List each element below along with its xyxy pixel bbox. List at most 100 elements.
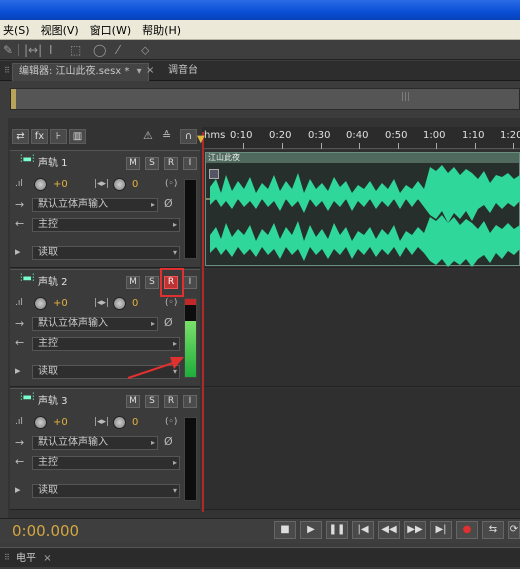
timeline-ruler[interactable]: hms 0:10 0:20 0:30 0:40 0:50 1:00 1:10 1… — [202, 127, 520, 149]
solo-button[interactable]: S — [145, 276, 159, 289]
brush-icon[interactable]: ⁄ — [117, 43, 119, 57]
marquee-icon[interactable]: ⬚ — [70, 43, 81, 57]
menu-help[interactable]: 帮助(H) — [139, 22, 189, 38]
pencil-icon[interactable]: ✎ — [3, 43, 13, 57]
track-header-3[interactable]: ⫶▬⫶ 声轨 3 M S R I .ıl +0 |◂▸| 0 (◦) → 默认立… — [10, 388, 200, 510]
loop-button[interactable]: ⇆ — [482, 521, 504, 539]
tab-levels[interactable]: 电平 × — [10, 551, 58, 569]
pan-value[interactable]: 0 — [132, 417, 138, 428]
volume-knob[interactable] — [34, 297, 47, 310]
waveform-track-icon: ⫶▬⫶ — [20, 392, 35, 403]
record-arm-button[interactable]: R — [164, 395, 178, 408]
fx-icon[interactable]: fx — [31, 129, 48, 144]
record-arm-button[interactable]: R — [164, 157, 178, 170]
track-name[interactable]: 声轨 1 — [38, 154, 68, 169]
input-monitor-button[interactable]: I — [183, 157, 197, 170]
input-select[interactable]: 默认立体声输入 ▸ — [32, 198, 158, 212]
tuning-icon[interactable]: ≙ — [162, 129, 171, 142]
input-monitor-button[interactable]: I — [183, 276, 197, 289]
expand-icon[interactable]: ▸ — [15, 483, 21, 496]
output-select-value: 主控 — [38, 219, 58, 230]
level-meter — [184, 179, 197, 259]
window-titlebar — [0, 0, 520, 20]
output-select[interactable]: 主控 ▸ — [32, 456, 180, 470]
headphones-icon[interactable]: ∩ — [180, 129, 197, 144]
healing-icon[interactable]: ⬦ — [141, 43, 149, 57]
eq-icon[interactable]: ▥ — [69, 129, 86, 144]
go-to-start-button[interactable]: |◀ — [352, 521, 374, 539]
fade-handle-icon[interactable] — [209, 169, 219, 179]
playhead-line[interactable] — [202, 132, 204, 512]
play-arrow-icon: ▸ — [150, 438, 155, 447]
track-name[interactable]: 声轨 2 — [38, 273, 68, 288]
ruler-label: 1:00 — [423, 130, 446, 141]
phase-invert-icon[interactable]: Ø — [164, 435, 173, 448]
time-selection-icon[interactable]: |↔| — [24, 43, 42, 57]
ruler-label: 1:10 — [462, 130, 485, 141]
go-to-end-button[interactable]: ▶| — [430, 521, 452, 539]
pan-knob[interactable] — [113, 416, 126, 429]
input-monitor-button[interactable]: I — [183, 395, 197, 408]
pan-value[interactable]: 0 — [132, 179, 138, 190]
pan-knob[interactable] — [113, 297, 126, 310]
mute-button[interactable]: M — [126, 276, 140, 289]
volume-value[interactable]: +0 — [53, 298, 68, 309]
swap-icon[interactable]: ⇄ — [12, 129, 29, 144]
automation-select[interactable]: 读取 ▾ — [32, 246, 180, 260]
session-overview-bar[interactable]: ||| — [10, 88, 520, 110]
pan-icon: |◂▸| — [94, 417, 110, 427]
stereo-icon[interactable]: (◦) — [165, 417, 177, 427]
input-select-value: 默认立体声输入 — [38, 199, 108, 210]
fast-forward-button[interactable]: ▶▶ — [404, 521, 426, 539]
volume-knob[interactable] — [34, 178, 47, 191]
playhead-marker-icon[interactable]: ▼ — [197, 134, 205, 145]
tab-editor[interactable]: 编辑器: 江山此夜.sesx * ▾ — [12, 63, 149, 81]
close-icon[interactable]: × — [43, 553, 51, 564]
audio-clip[interactable]: 江山此夜 — [205, 152, 520, 267]
menu-view[interactable]: 视图(V) — [38, 22, 87, 38]
pause-button[interactable]: ❚❚ — [326, 521, 348, 539]
ruler-tick — [513, 143, 514, 149]
sends-icon[interactable]: ⊦ — [50, 129, 67, 144]
volume-knob[interactable] — [34, 416, 47, 429]
automation-select[interactable]: 读取 ▾ — [32, 484, 180, 498]
output-select[interactable]: 主控 ▸ — [32, 218, 180, 232]
tab-menu-icon[interactable]: ▾ — [137, 66, 142, 77]
play-button[interactable]: ▶ — [300, 521, 322, 539]
mute-button[interactable]: M — [126, 395, 140, 408]
close-icon[interactable]: × — [146, 65, 154, 76]
expand-icon[interactable]: ▸ — [15, 245, 21, 258]
solo-button[interactable]: S — [145, 395, 159, 408]
track-header-1[interactable]: ⫶▬⫶ 声轨 1 M S R I .ıl +0 |◂▸| 0 (◦) → 默认立… — [10, 150, 200, 268]
overview-zoom-handle[interactable] — [11, 89, 16, 109]
play-arrow-icon: ▸ — [172, 458, 177, 467]
input-select[interactable]: 默认立体声输入 ▸ — [32, 436, 158, 450]
track-lane-2[interactable] — [202, 269, 520, 387]
volume-value[interactable]: +0 — [53, 417, 68, 428]
tab-mixer[interactable]: 调音台 — [162, 63, 204, 81]
track-lane-3[interactable] — [202, 388, 520, 510]
rewind-button[interactable]: ◀◀ — [378, 521, 400, 539]
track-header-tools: ⇄ fx ⊦ ▥ ⚠ ≙ ∩ — [10, 127, 200, 145]
expand-icon[interactable]: ▸ — [15, 364, 21, 377]
phase-invert-icon[interactable]: Ø — [164, 197, 173, 210]
lasso-icon[interactable]: ◯ — [93, 43, 106, 57]
stop-button[interactable]: ■ — [274, 521, 296, 539]
metronome-icon[interactable]: ⚠ — [143, 129, 153, 142]
text-cursor-icon[interactable]: I — [49, 43, 53, 57]
input-arrow-icon: → — [15, 436, 25, 449]
output-select-value: 主控 — [38, 338, 58, 349]
clip-name: 江山此夜 — [206, 153, 519, 163]
skip-button[interactable]: ⟳ — [508, 521, 520, 539]
volume-value[interactable]: +0 — [53, 179, 68, 190]
track-name[interactable]: 声轨 3 — [38, 392, 68, 407]
pan-knob[interactable] — [113, 178, 126, 191]
mute-button[interactable]: M — [126, 157, 140, 170]
menu-window[interactable]: 窗口(W) — [87, 22, 139, 38]
solo-button[interactable]: S — [145, 157, 159, 170]
menu-favorites[interactable]: 夹(S) — [0, 22, 38, 38]
overview-grip-icon: ||| — [401, 92, 411, 102]
record-button[interactable]: ● — [456, 521, 478, 539]
stereo-icon[interactable]: (◦) — [165, 179, 177, 189]
bottom-panel: ⠿ 电平 × — [0, 547, 520, 567]
